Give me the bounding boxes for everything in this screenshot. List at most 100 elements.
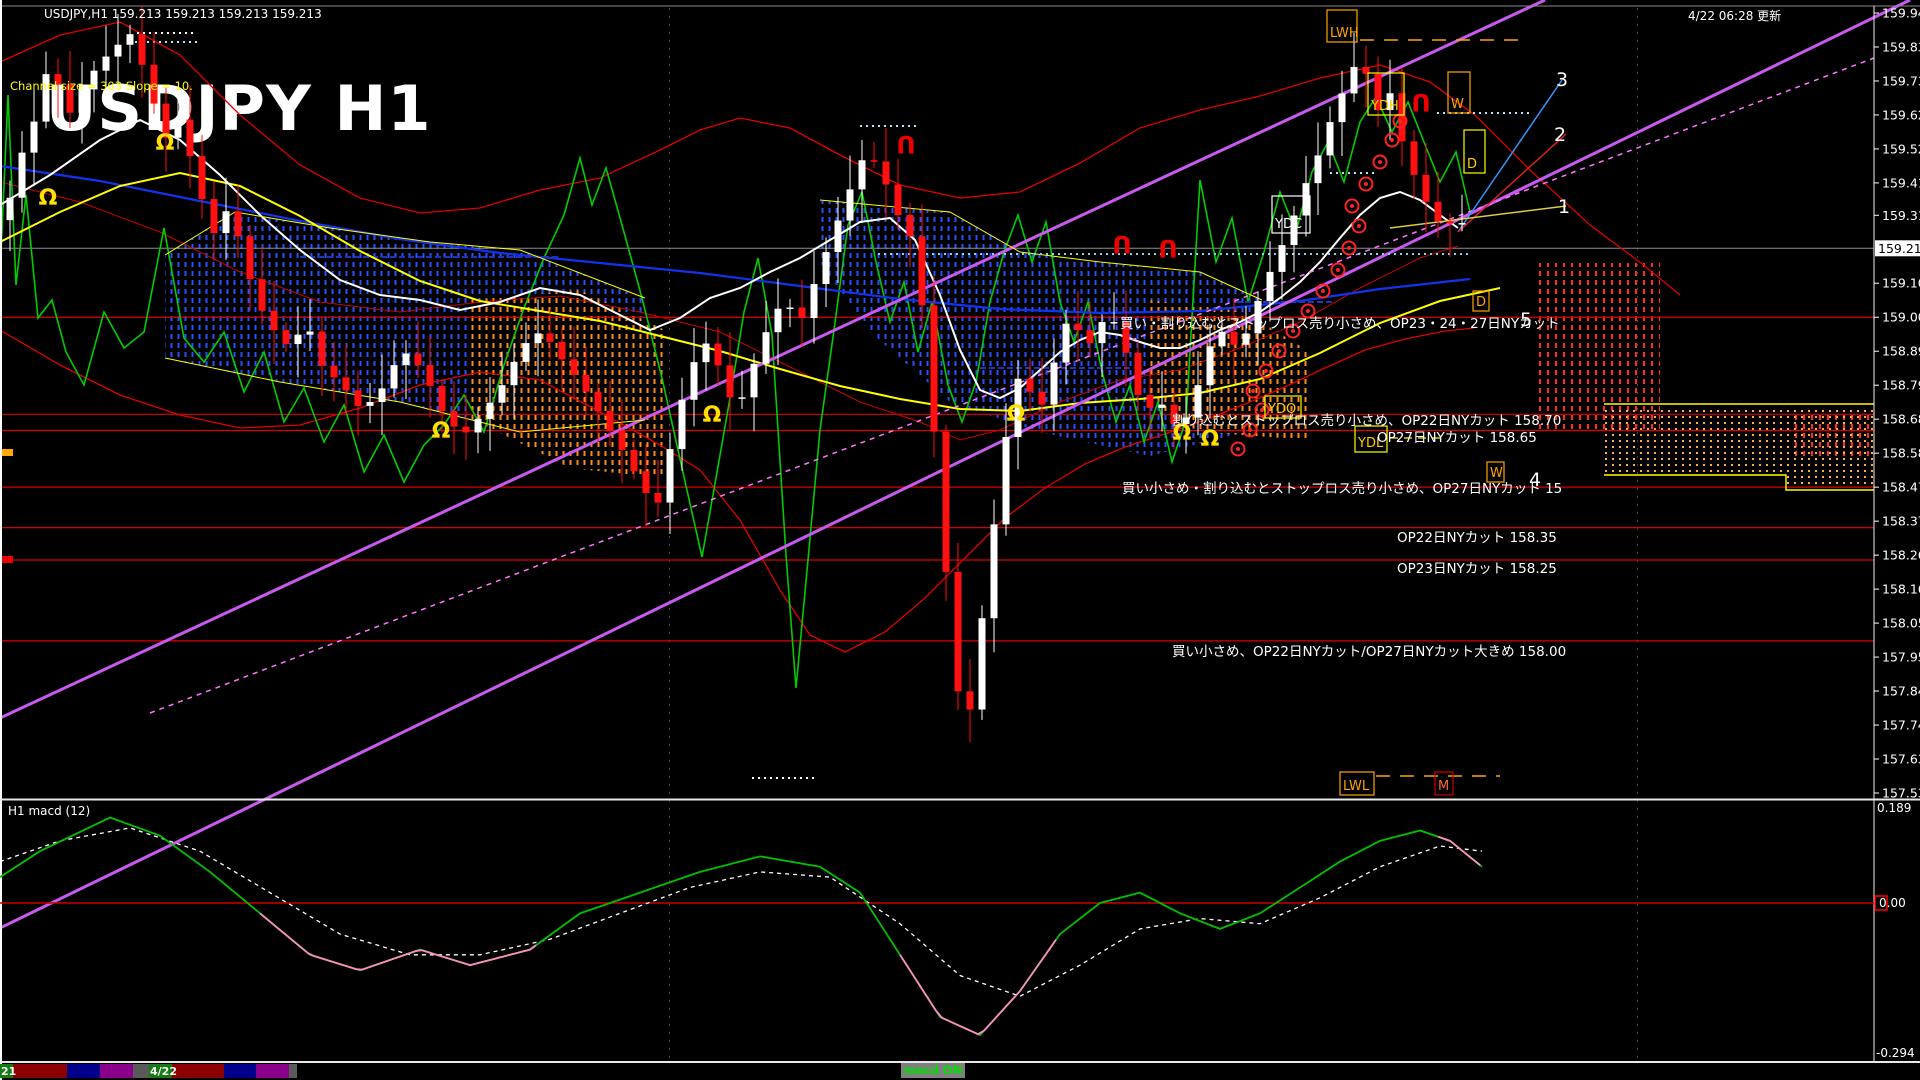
candle [390, 365, 398, 389]
candle [6, 197, 14, 221]
session-segment [100, 1064, 133, 1078]
candle [282, 330, 290, 345]
candle [1302, 183, 1310, 216]
op-annotation: 割り込むとストップロス売り小さめ、OP22日NYカット 158.70 [1172, 412, 1561, 429]
candle [498, 385, 506, 403]
candle [462, 426, 470, 433]
candle [486, 402, 494, 419]
candle [330, 365, 338, 378]
candle [414, 353, 422, 366]
candle [1410, 141, 1418, 175]
candle [750, 363, 758, 398]
price-tick-label: 158.160 [1882, 582, 1920, 597]
signal-circle-dot [1357, 224, 1361, 228]
candle [582, 374, 590, 392]
session-segment [67, 1064, 100, 1078]
omega-signal-icon: Ω [39, 186, 58, 211]
level-box-label: D [1476, 295, 1486, 310]
candle [522, 343, 530, 362]
candle [1338, 93, 1346, 123]
price-tick-label: 159.105 [1882, 276, 1920, 291]
fan-count-label: 1 [1558, 196, 1570, 218]
candle [30, 121, 38, 153]
price-tick-label: 158.370 [1882, 514, 1920, 529]
signal-circle-dot [1277, 349, 1281, 353]
candle [1350, 66, 1358, 94]
candle [1074, 323, 1082, 331]
macd-toggle-button[interactable]: macd ON [901, 1063, 965, 1078]
candle [174, 119, 182, 138]
candle [1146, 394, 1154, 408]
candle [546, 333, 554, 342]
candle [1002, 436, 1010, 525]
session-segment [172, 1064, 224, 1078]
candle [690, 362, 698, 400]
session-segment [133, 1064, 149, 1078]
candle [954, 571, 962, 692]
candle [1098, 322, 1106, 344]
candle [966, 691, 974, 710]
candle [474, 418, 482, 433]
candle [822, 252, 830, 285]
price-tick-label: 158.790 [1882, 378, 1920, 393]
candle [1314, 155, 1322, 184]
candle [534, 333, 542, 344]
candle [510, 361, 518, 386]
candle [918, 236, 926, 306]
candle [258, 279, 266, 311]
candle [906, 215, 914, 237]
op-annotation: OP22日NYカット 158.35 [1397, 530, 1557, 546]
candle [1278, 245, 1286, 272]
horseshoe-signal-icon: U [1411, 88, 1431, 116]
omega-signal-icon: Ω [156, 131, 175, 156]
candle [138, 34, 146, 65]
candle [1446, 221, 1454, 224]
op-annotation: OP27日NYカット 158.65 [1377, 430, 1537, 446]
price-tick-label: 158.265 [1882, 548, 1920, 563]
candle [354, 390, 362, 406]
level-box-label: W [1451, 97, 1464, 112]
signal-circle-dot [1321, 289, 1325, 293]
candle [234, 211, 242, 237]
macd-signal-line [0, 827, 1483, 997]
session-segment [256, 1064, 289, 1078]
price-chart-canvas[interactable]: ΩΩΩΩ ΩΩ ΩUU UULWHYDH WDYDCDYDOYDLWLWL M32154買… [0, 0, 1920, 1080]
candle [834, 220, 842, 253]
price-tick-label: 157.635 [1882, 752, 1920, 767]
horseshoe-signal-icon: U [896, 130, 916, 158]
signal-circle-dot [1251, 389, 1255, 393]
level-box-label: D [1467, 157, 1477, 172]
price-tick-label: 158.580 [1882, 446, 1920, 461]
cloud-region-orange [470, 290, 665, 478]
macd-bearish-segment [1437, 835, 1481, 866]
candle [246, 236, 254, 280]
candle [1206, 346, 1214, 386]
candle [306, 331, 314, 335]
candle [666, 449, 674, 503]
price-tick-label: 158.055 [1882, 616, 1920, 631]
level-box-label: YDC [1274, 217, 1302, 232]
price-tick-label: 157.845 [1882, 684, 1920, 699]
session-segment [13, 1064, 67, 1078]
price-tick-label: 159.730 [1882, 73, 1920, 88]
signal-circle-dot [1336, 268, 1340, 272]
price-tick-label: 159.520 [1882, 141, 1920, 156]
level-box-label: LWH [1330, 26, 1359, 41]
signal-circle-dot [1364, 182, 1368, 186]
candle [1242, 333, 1250, 345]
signal-circle-dot [1378, 160, 1382, 164]
price-tick-label: 158.895 [1882, 344, 1920, 359]
session-date-label: 4/22 [150, 1065, 177, 1078]
channel-info-label: Channel size = 303 Slope = 10. [10, 79, 193, 93]
candle [1050, 362, 1058, 405]
candle [198, 156, 206, 200]
candle [210, 199, 218, 234]
session-hour-label: 21 [1, 1065, 17, 1078]
cloud-region-red [1537, 263, 1660, 430]
macd-panel-layer [0, 816, 1888, 1037]
signal-circle-dot [1347, 246, 1351, 250]
candle [1434, 201, 1442, 222]
candle [570, 359, 578, 375]
candle [114, 44, 122, 57]
candle [402, 353, 410, 366]
